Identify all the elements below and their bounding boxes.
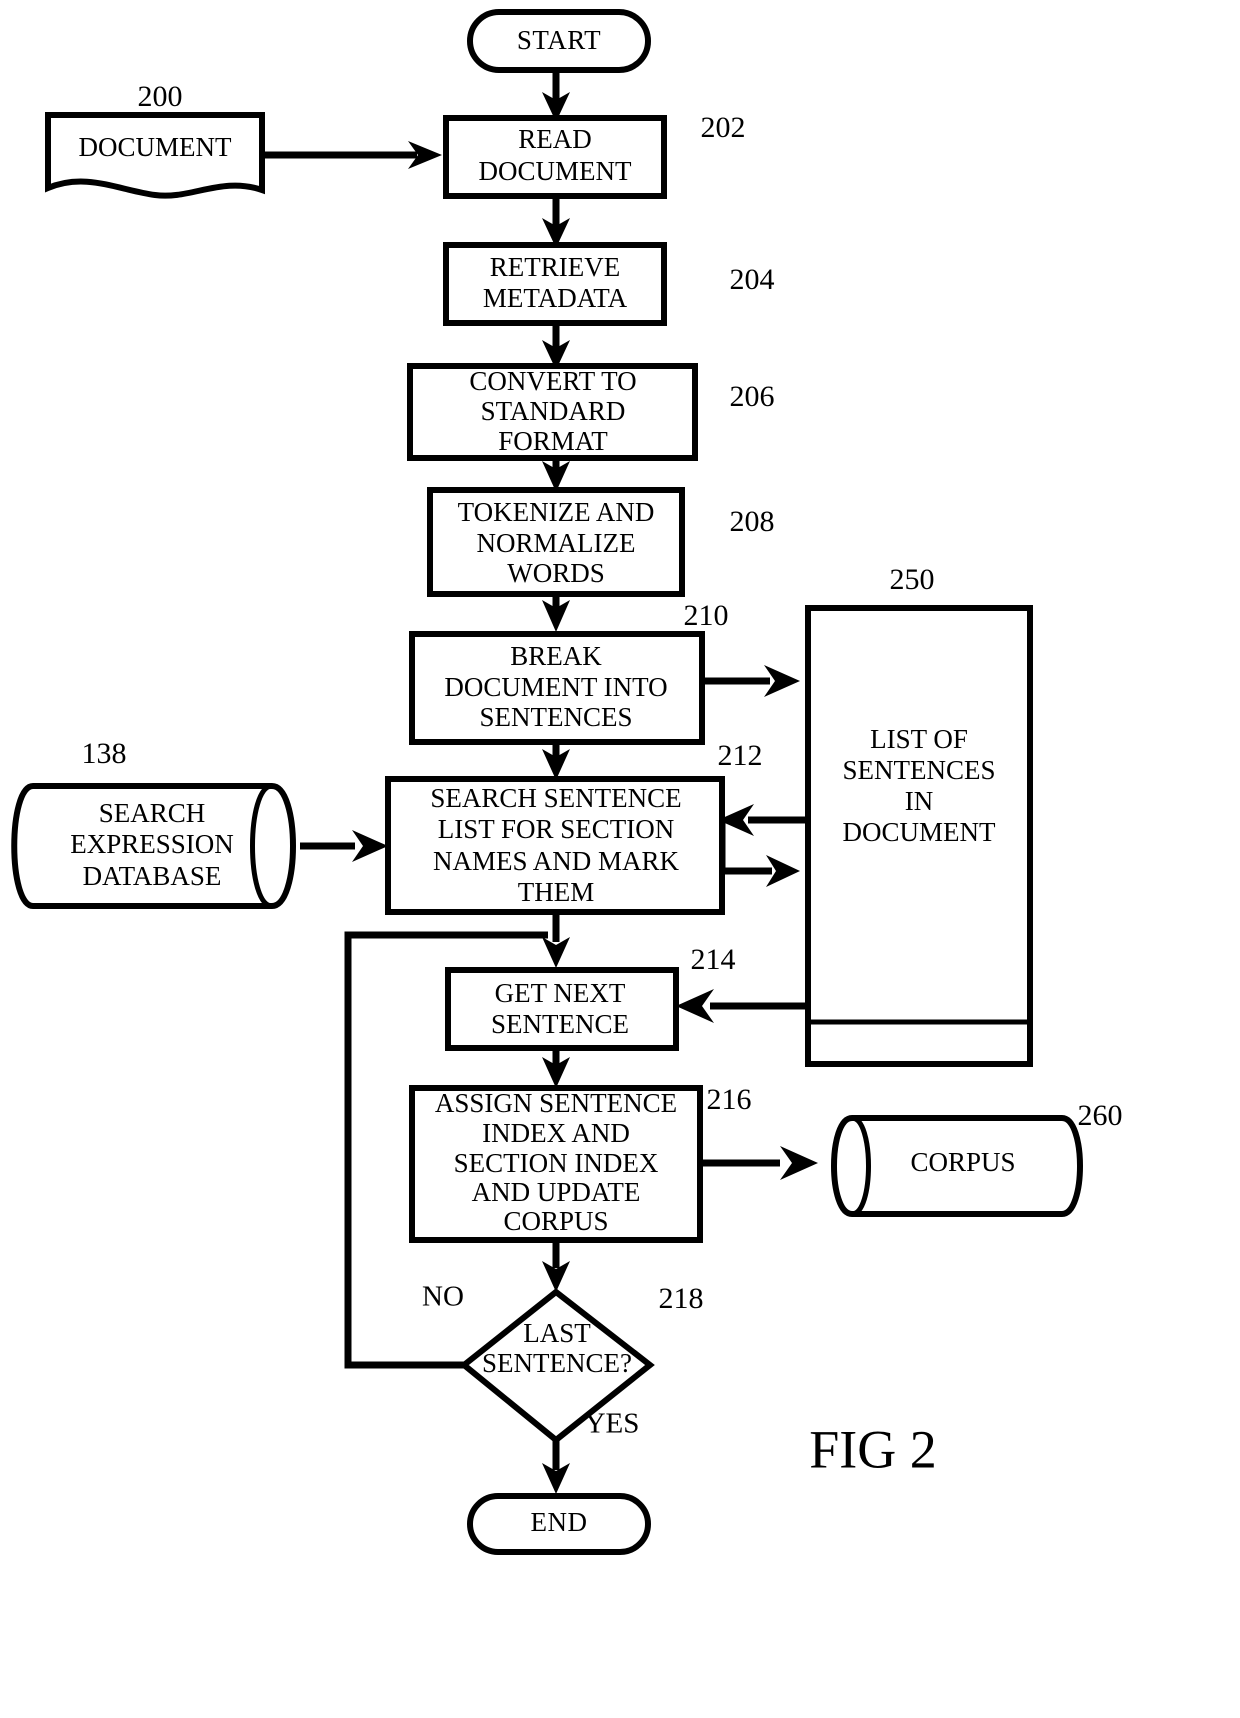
node-assign-line5: CORPUS bbox=[503, 1206, 608, 1236]
node-retrieve-metadata[interactable]: RETRIEVE METADATA bbox=[443, 242, 667, 326]
node-db-line2: EXPRESSION bbox=[70, 829, 234, 859]
node-assign-line3: SECTION INDEX bbox=[454, 1148, 659, 1178]
node-get-next-line1: GET NEXT bbox=[495, 978, 626, 1008]
node-search-line4: THEM bbox=[518, 877, 595, 907]
node-tokenize-line2: NORMALIZE bbox=[477, 528, 636, 558]
node-db-line3: DATABASE bbox=[83, 861, 222, 891]
figure-caption: FIG 2 bbox=[809, 1419, 937, 1479]
connector-sentence-list-to-get-next bbox=[676, 989, 808, 1023]
node-search-line2: LIST FOR SECTION bbox=[438, 814, 675, 844]
ref-250: 250 bbox=[890, 563, 935, 596]
node-start-label: START bbox=[517, 25, 601, 55]
node-corpus-label: CORPUS bbox=[910, 1147, 1015, 1177]
connector-get-next-to-assign bbox=[542, 1048, 570, 1088]
node-read-document-line2: DOCUMENT bbox=[479, 156, 633, 186]
connector-convert-to-tokenize bbox=[542, 457, 570, 492]
node-read-document-line1: READ bbox=[518, 124, 592, 154]
node-assign-index[interactable]: ASSIGN SENTENCE INDEX AND SECTION INDEX … bbox=[409, 1085, 703, 1243]
branch-label-yes: YES bbox=[585, 1408, 640, 1440]
node-decision-line2: SENTENCE? bbox=[482, 1348, 632, 1378]
connector-yes-to-end bbox=[542, 1440, 570, 1494]
node-convert-format[interactable]: CONVERT TO STANDARD FORMAT bbox=[407, 363, 698, 461]
node-get-next-sentence[interactable]: GET NEXT SENTENCE bbox=[445, 967, 679, 1051]
node-sentence-list-line4: DOCUMENT bbox=[843, 817, 997, 847]
connector-assign-to-corpus bbox=[700, 1146, 818, 1180]
node-break-line3: SENTENCES bbox=[479, 702, 632, 732]
node-assign-line4: AND UPDATE bbox=[472, 1177, 641, 1207]
connector-tokenize-to-break bbox=[542, 593, 570, 632]
ref-260: 260 bbox=[1078, 1099, 1123, 1132]
figure-root: START DOCUMENT 200 READ DOCUMENT 202 RET… bbox=[0, 0, 1240, 1718]
connector-search-to-get-next bbox=[542, 912, 570, 968]
node-retrieve-metadata-line1: RETRIEVE bbox=[490, 252, 620, 282]
branch-label-no: NO bbox=[422, 1281, 464, 1313]
connector-retrieve-to-convert bbox=[542, 322, 570, 370]
connector-document-to-read-document bbox=[262, 141, 442, 169]
node-sentence-list-line2: SENTENCES bbox=[842, 755, 995, 785]
node-search-expression-database[interactable]: SEARCH EXPRESSION DATABASE bbox=[11, 783, 296, 909]
connector-break-to-search bbox=[542, 742, 570, 780]
node-sentence-list-line3: IN bbox=[905, 786, 934, 816]
node-db-line1: SEARCH bbox=[99, 798, 206, 828]
node-tokenize-line1: TOKENIZE AND bbox=[458, 497, 655, 527]
ref-216: 216 bbox=[707, 1083, 752, 1116]
connector-search-to-sentence-list bbox=[722, 855, 800, 887]
connector-read-to-retrieve bbox=[542, 196, 570, 248]
ref-206: 206 bbox=[730, 380, 775, 413]
connector-assign-to-decision bbox=[542, 1240, 570, 1292]
connector-break-to-sentence-list bbox=[702, 665, 800, 697]
node-convert-line1: CONVERT TO bbox=[469, 366, 636, 396]
node-corpus[interactable]: CORPUS bbox=[831, 1115, 1083, 1217]
node-assign-line1: ASSIGN SENTENCE bbox=[435, 1088, 677, 1118]
ref-200: 200 bbox=[138, 80, 183, 113]
node-retrieve-metadata-line2: METADATA bbox=[483, 283, 628, 313]
ref-214: 214 bbox=[691, 943, 736, 976]
connector-db-to-search bbox=[300, 830, 388, 862]
node-convert-line2: STANDARD bbox=[481, 396, 626, 426]
ref-210: 210 bbox=[684, 599, 729, 632]
connector-sentence-list-to-search bbox=[718, 804, 808, 836]
node-break-line1: BREAK bbox=[510, 641, 602, 671]
node-break-sentences[interactable]: BREAK DOCUMENT INTO SENTENCES bbox=[409, 631, 705, 745]
node-tokenize[interactable]: TOKENIZE AND NORMALIZE WORDS bbox=[427, 487, 685, 597]
node-read-document[interactable]: READ DOCUMENT bbox=[443, 115, 667, 199]
node-convert-line3: FORMAT bbox=[498, 426, 608, 456]
node-end[interactable]: END bbox=[467, 1493, 651, 1555]
node-search-line3: NAMES AND MARK bbox=[433, 846, 680, 876]
ref-202: 202 bbox=[701, 111, 746, 144]
ref-138: 138 bbox=[82, 737, 127, 770]
node-decision-line1: LAST bbox=[523, 1318, 591, 1348]
connector-start-to-read-document bbox=[542, 68, 570, 122]
node-tokenize-line3: WORDS bbox=[507, 558, 605, 588]
ref-208: 208 bbox=[730, 505, 775, 538]
node-sentence-list-line1: LIST OF bbox=[870, 724, 968, 754]
ref-218: 218 bbox=[659, 1282, 704, 1315]
node-document-label: DOCUMENT bbox=[79, 132, 233, 162]
node-document[interactable]: DOCUMENT bbox=[45, 112, 265, 199]
node-search-line1: SEARCH SENTENCE bbox=[430, 783, 681, 813]
node-sentence-list[interactable]: LIST OF SENTENCES IN DOCUMENT bbox=[805, 605, 1033, 1067]
flowchart-canvas: START DOCUMENT 200 READ DOCUMENT 202 RET… bbox=[11, 9, 1123, 1555]
node-end-label: END bbox=[531, 1507, 588, 1537]
node-search-sentence-list[interactable]: SEARCH SENTENCE LIST FOR SECTION NAMES A… bbox=[385, 776, 725, 915]
node-get-next-line2: SENTENCE bbox=[491, 1009, 629, 1039]
ref-212: 212 bbox=[718, 739, 763, 772]
node-break-line2: DOCUMENT INTO bbox=[444, 672, 667, 702]
node-start[interactable]: START bbox=[467, 9, 651, 73]
ref-204: 204 bbox=[730, 263, 775, 296]
node-assign-line2: INDEX AND bbox=[482, 1118, 630, 1148]
